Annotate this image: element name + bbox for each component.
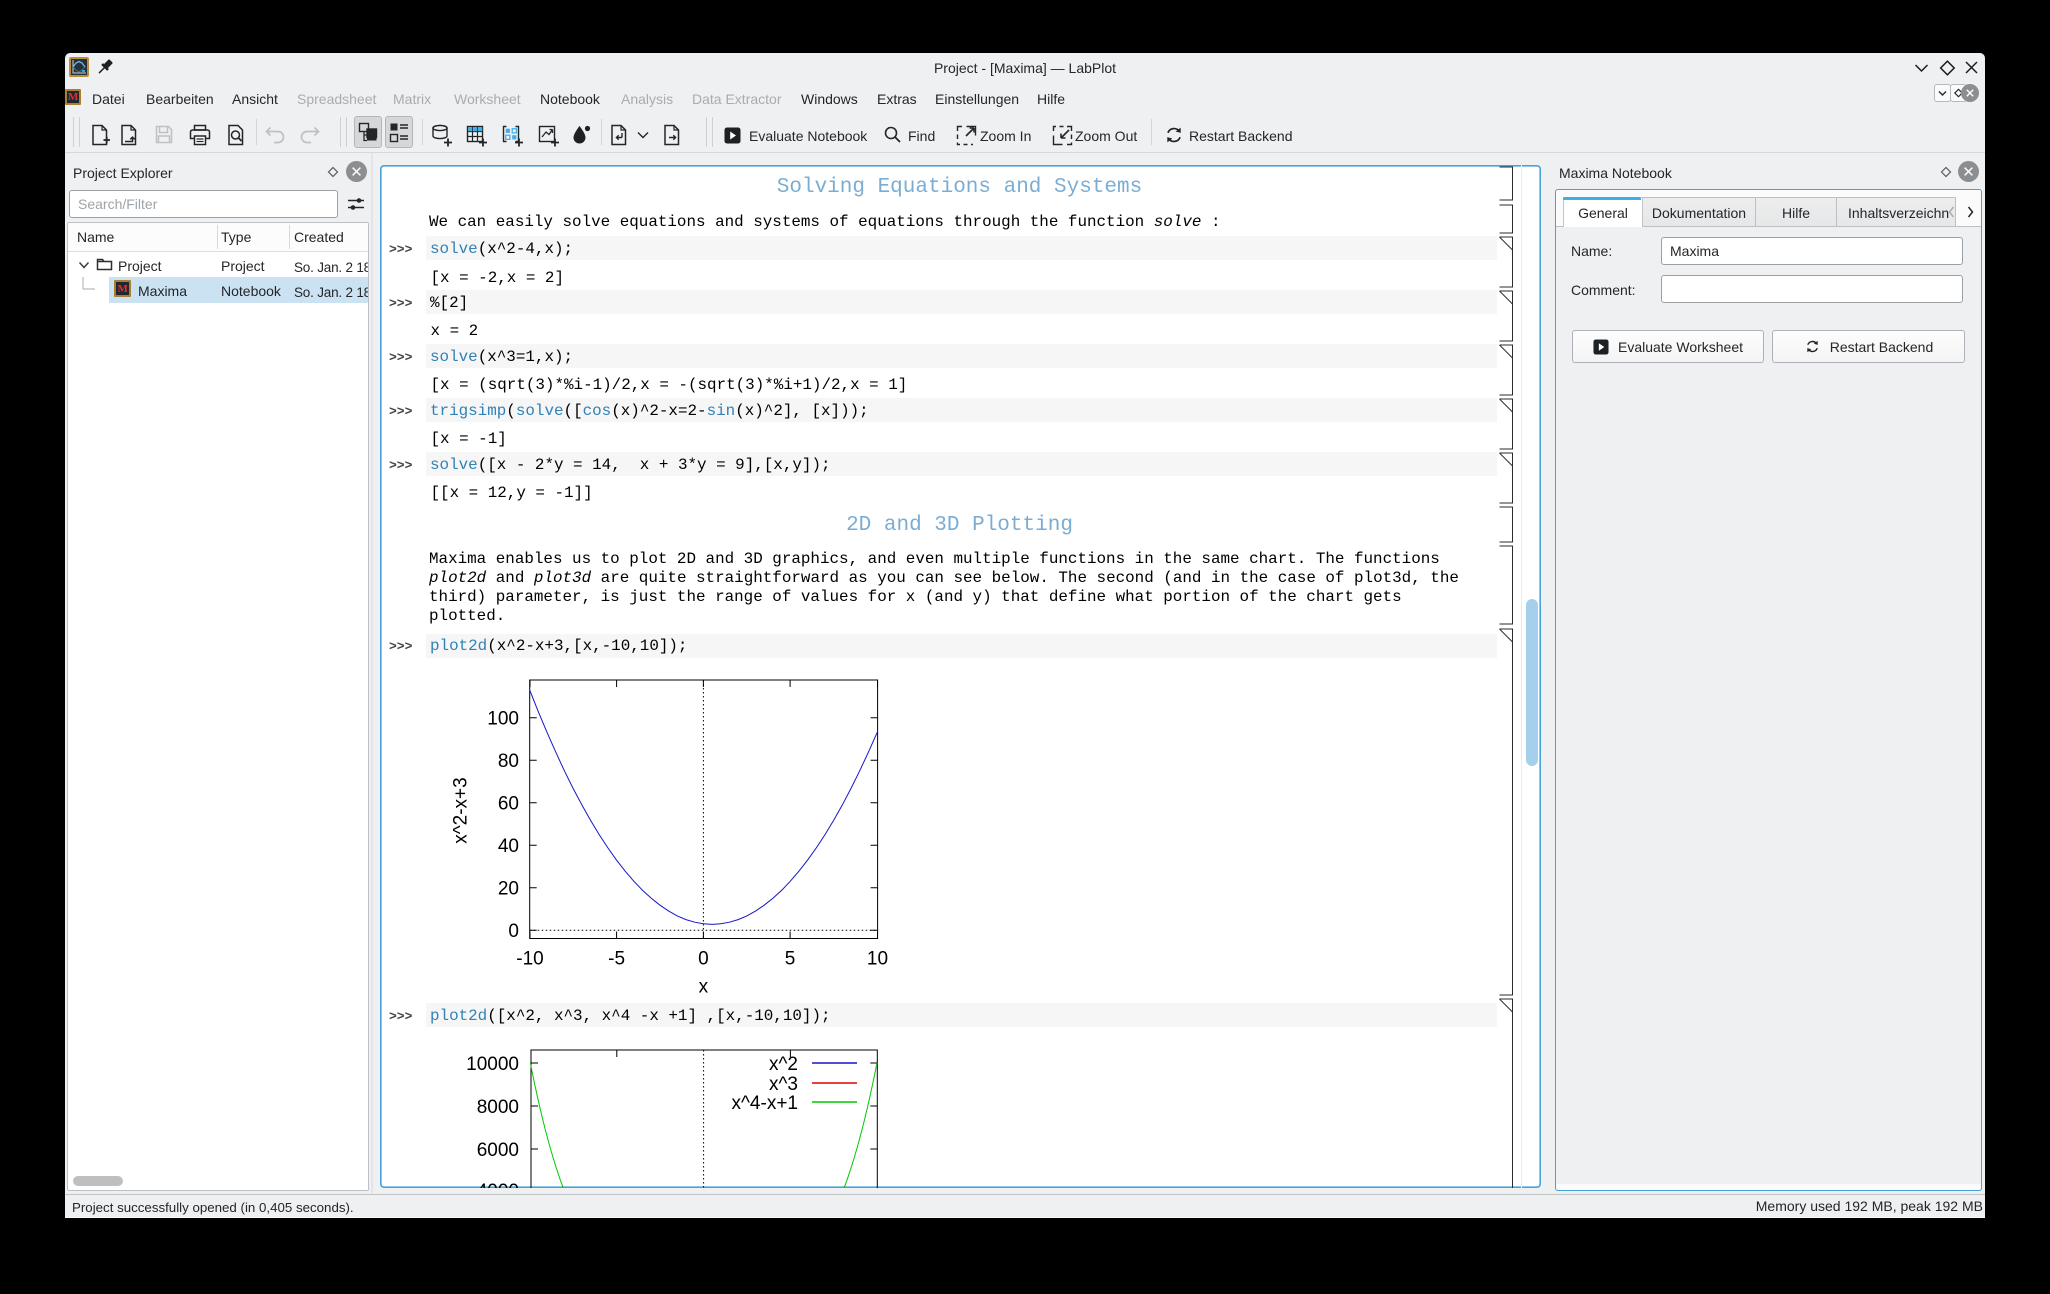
svg-text:4000: 4000 [477,1181,519,1188]
svg-text:6000: 6000 [477,1140,519,1161]
svg-text:10: 10 [867,949,888,970]
svg-text:10000: 10000 [466,1054,519,1075]
svg-text:0: 0 [698,949,709,970]
svg-text:-5: -5 [608,949,625,970]
svg-text:x^4-x+1: x^4-x+1 [732,1093,798,1114]
svg-text:20: 20 [498,878,519,899]
svg-text:x: x [699,977,709,998]
svg-text:80: 80 [498,751,519,772]
svg-text:60: 60 [498,793,519,814]
svg-text:0: 0 [508,921,519,942]
svg-text:x^3: x^3 [769,1074,798,1095]
svg-text:x^2: x^2 [769,1054,798,1075]
svg-text:40: 40 [498,836,519,857]
svg-text:8000: 8000 [477,1097,519,1118]
svg-text:100: 100 [487,708,519,729]
svg-text:5: 5 [785,949,796,970]
svg-text:x^2-x+3: x^2-x+3 [451,777,472,843]
svg-text:-10: -10 [516,949,543,970]
